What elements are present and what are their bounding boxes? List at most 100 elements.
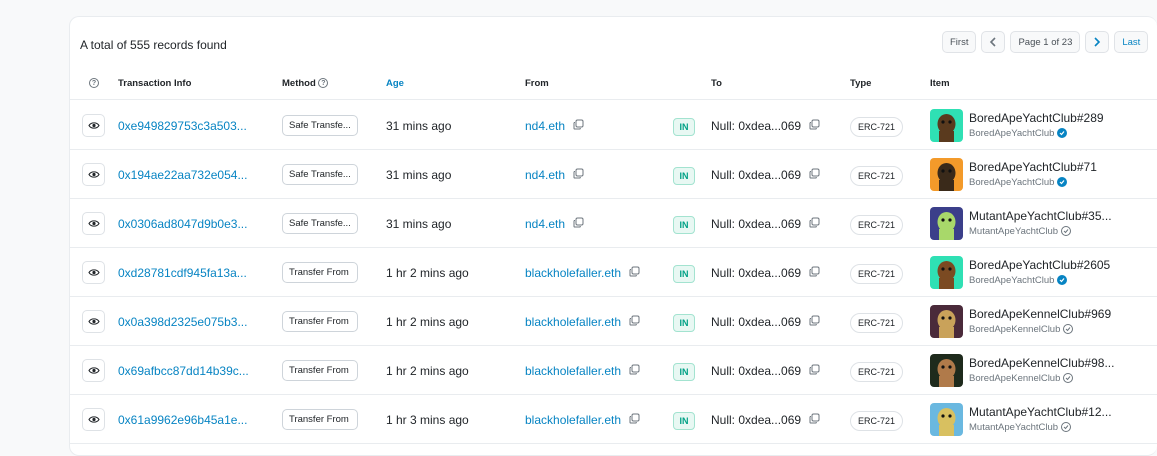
transaction-hash-link[interactable]: 0xd28781cdf945fa13a... bbox=[118, 248, 247, 297]
collection-label[interactable]: MutantApeYachtClub bbox=[969, 224, 1058, 239]
copy-icon[interactable] bbox=[809, 266, 820, 280]
eye-icon bbox=[87, 220, 100, 227]
from-address-link[interactable]: nd4.eth bbox=[525, 217, 565, 231]
direction-cell: IN bbox=[673, 199, 695, 248]
age-text: 1 hr 2 mins ago bbox=[386, 265, 469, 280]
transaction-hash-link[interactable]: 0x61a9962e96b45a1e... bbox=[118, 395, 247, 444]
from-address-link[interactable]: blackholefaller.eth bbox=[525, 413, 621, 427]
transaction-hash-link[interactable]: 0x69afbcc87dd14b39c... bbox=[118, 346, 249, 395]
item-name-link[interactable]: BoredApeYachtClub#71 bbox=[969, 160, 1097, 175]
to-address[interactable]: Null: 0xdea...069 bbox=[711, 217, 801, 231]
item-info: BoredApeKennelClub#969 BoredApeKennelClu… bbox=[969, 307, 1111, 337]
direction-cell: IN bbox=[673, 101, 695, 150]
item-name-link[interactable]: BoredApeYachtClub#2605 bbox=[969, 258, 1110, 273]
view-details-button[interactable] bbox=[82, 212, 105, 235]
eye-icon bbox=[87, 171, 100, 178]
copy-icon[interactable] bbox=[573, 217, 584, 231]
direction-cell: IN bbox=[673, 395, 695, 444]
transaction-hash-link[interactable]: 0x0306ad8047d9b0e3... bbox=[118, 199, 247, 248]
copy-icon[interactable] bbox=[809, 315, 820, 329]
to-address[interactable]: Null: 0xdea...069 bbox=[711, 413, 801, 427]
collection-label[interactable]: BoredApeYachtClub bbox=[969, 126, 1054, 141]
help-header[interactable]: ? bbox=[89, 78, 99, 89]
item-name-link[interactable]: BoredApeKennelClub#969 bbox=[969, 307, 1111, 322]
collection-label[interactable]: BoredApeYachtClub bbox=[969, 175, 1054, 190]
collection-label[interactable]: BoredApeYachtClub bbox=[969, 273, 1054, 288]
nft-thumbnail[interactable] bbox=[930, 158, 963, 191]
question-icon[interactable]: ? bbox=[318, 78, 329, 89]
table-row: 0x69afbcc87dd14b39c... Transfer From 1 h… bbox=[70, 346, 1157, 395]
nft-thumbnail[interactable] bbox=[930, 109, 963, 142]
item-name-link[interactable]: BoredApeKennelClub#98... bbox=[969, 356, 1114, 371]
item-cell: MutantApeYachtClub#12... MutantApeYachtC… bbox=[930, 395, 1112, 444]
item-name-link[interactable]: MutantApeYachtClub#35... bbox=[969, 209, 1112, 224]
copy-icon[interactable] bbox=[809, 217, 820, 231]
nft-thumbnail[interactable] bbox=[930, 354, 963, 387]
last-page-button[interactable]: Last bbox=[1114, 31, 1149, 53]
to-address[interactable]: Null: 0xdea...069 bbox=[711, 364, 801, 378]
nft-thumbnail[interactable] bbox=[930, 305, 963, 338]
to-address[interactable]: Null: 0xdea...069 bbox=[711, 266, 801, 280]
eye-icon bbox=[87, 122, 100, 129]
nft-thumbnail[interactable] bbox=[930, 256, 963, 289]
from-cell: blackholefaller.eth bbox=[525, 346, 640, 395]
view-details-button[interactable] bbox=[82, 163, 105, 186]
type-cell: ERC-721 bbox=[850, 101, 904, 150]
from-address-link[interactable]: blackholefaller.eth bbox=[525, 266, 621, 280]
item-name-link[interactable]: BoredApeYachtClub#289 bbox=[969, 111, 1104, 126]
view-details-button[interactable] bbox=[82, 359, 105, 382]
direction-cell: IN bbox=[673, 297, 695, 346]
transaction-hash-link[interactable]: 0xe949829753c3a503... bbox=[118, 101, 247, 150]
copy-icon[interactable] bbox=[809, 168, 820, 182]
copy-icon[interactable] bbox=[629, 364, 640, 378]
to-address[interactable]: Null: 0xdea...069 bbox=[711, 119, 801, 133]
nft-thumbnail[interactable] bbox=[930, 207, 963, 240]
copy-icon[interactable] bbox=[809, 119, 820, 133]
to-address[interactable]: Null: 0xdea...069 bbox=[711, 315, 801, 329]
transaction-hash-link[interactable]: 0x194ae22aa732e054... bbox=[118, 150, 247, 199]
item-name-link[interactable]: MutantApeYachtClub#12... bbox=[969, 405, 1112, 420]
view-details-button[interactable] bbox=[82, 261, 105, 284]
from-address-link[interactable]: nd4.eth bbox=[525, 119, 565, 133]
eye-cell bbox=[82, 150, 105, 199]
nft-thumbnail[interactable] bbox=[930, 403, 963, 436]
prev-page-button[interactable] bbox=[981, 31, 1006, 53]
item-cell: BoredApeYachtClub#2605 BoredApeYachtClub bbox=[930, 248, 1110, 297]
header-transaction-info: Transaction Info bbox=[118, 78, 192, 89]
direction-badge: IN bbox=[673, 314, 695, 332]
collection-label[interactable]: MutantApeYachtClub bbox=[969, 420, 1058, 435]
method-cell: Safe Transfe... bbox=[282, 199, 358, 248]
copy-icon[interactable] bbox=[629, 413, 640, 427]
copy-icon[interactable] bbox=[573, 168, 584, 182]
copy-icon[interactable] bbox=[629, 266, 640, 280]
from-address-link[interactable]: blackholefaller.eth bbox=[525, 315, 621, 329]
direction-badge: IN bbox=[673, 167, 695, 185]
header-type: Type bbox=[850, 78, 872, 89]
item-info: MutantApeYachtClub#35... MutantApeYachtC… bbox=[969, 209, 1112, 239]
copy-icon[interactable] bbox=[809, 413, 820, 427]
collection-name: BoredApeYachtClub bbox=[969, 175, 1097, 190]
view-details-button[interactable] bbox=[82, 310, 105, 333]
first-page-button[interactable]: First bbox=[942, 31, 977, 53]
to-cell: Null: 0xdea...069 bbox=[711, 346, 820, 395]
item-info: BoredApeYachtClub#2605 BoredApeYachtClub bbox=[969, 258, 1110, 288]
table-row: 0x194ae22aa732e054... Safe Transfe... 31… bbox=[70, 150, 1157, 199]
view-details-button[interactable] bbox=[82, 408, 105, 431]
to-cell: Null: 0xdea...069 bbox=[711, 395, 820, 444]
copy-icon[interactable] bbox=[573, 119, 584, 133]
collection-label[interactable]: BoredApeKennelClub bbox=[969, 322, 1060, 337]
from-address-link[interactable]: blackholefaller.eth bbox=[525, 364, 621, 378]
view-details-button[interactable] bbox=[82, 114, 105, 137]
copy-icon[interactable] bbox=[629, 315, 640, 329]
verified-icon bbox=[1063, 324, 1074, 334]
transaction-hash-link[interactable]: 0x0a398d2325e075b3... bbox=[118, 297, 247, 346]
collection-label[interactable]: BoredApeKennelClub bbox=[969, 371, 1060, 386]
header-age[interactable]: Age bbox=[386, 78, 404, 89]
next-page-button[interactable] bbox=[1085, 31, 1110, 53]
to-address[interactable]: Null: 0xdea...069 bbox=[711, 168, 801, 182]
table-row: 0x0a398d2325e075b3... Transfer From 1 hr… bbox=[70, 297, 1157, 346]
to-cell: Null: 0xdea...069 bbox=[711, 101, 820, 150]
from-address-link[interactable]: nd4.eth bbox=[525, 168, 565, 182]
copy-icon[interactable] bbox=[809, 364, 820, 378]
header-method-label: Method bbox=[282, 78, 316, 89]
